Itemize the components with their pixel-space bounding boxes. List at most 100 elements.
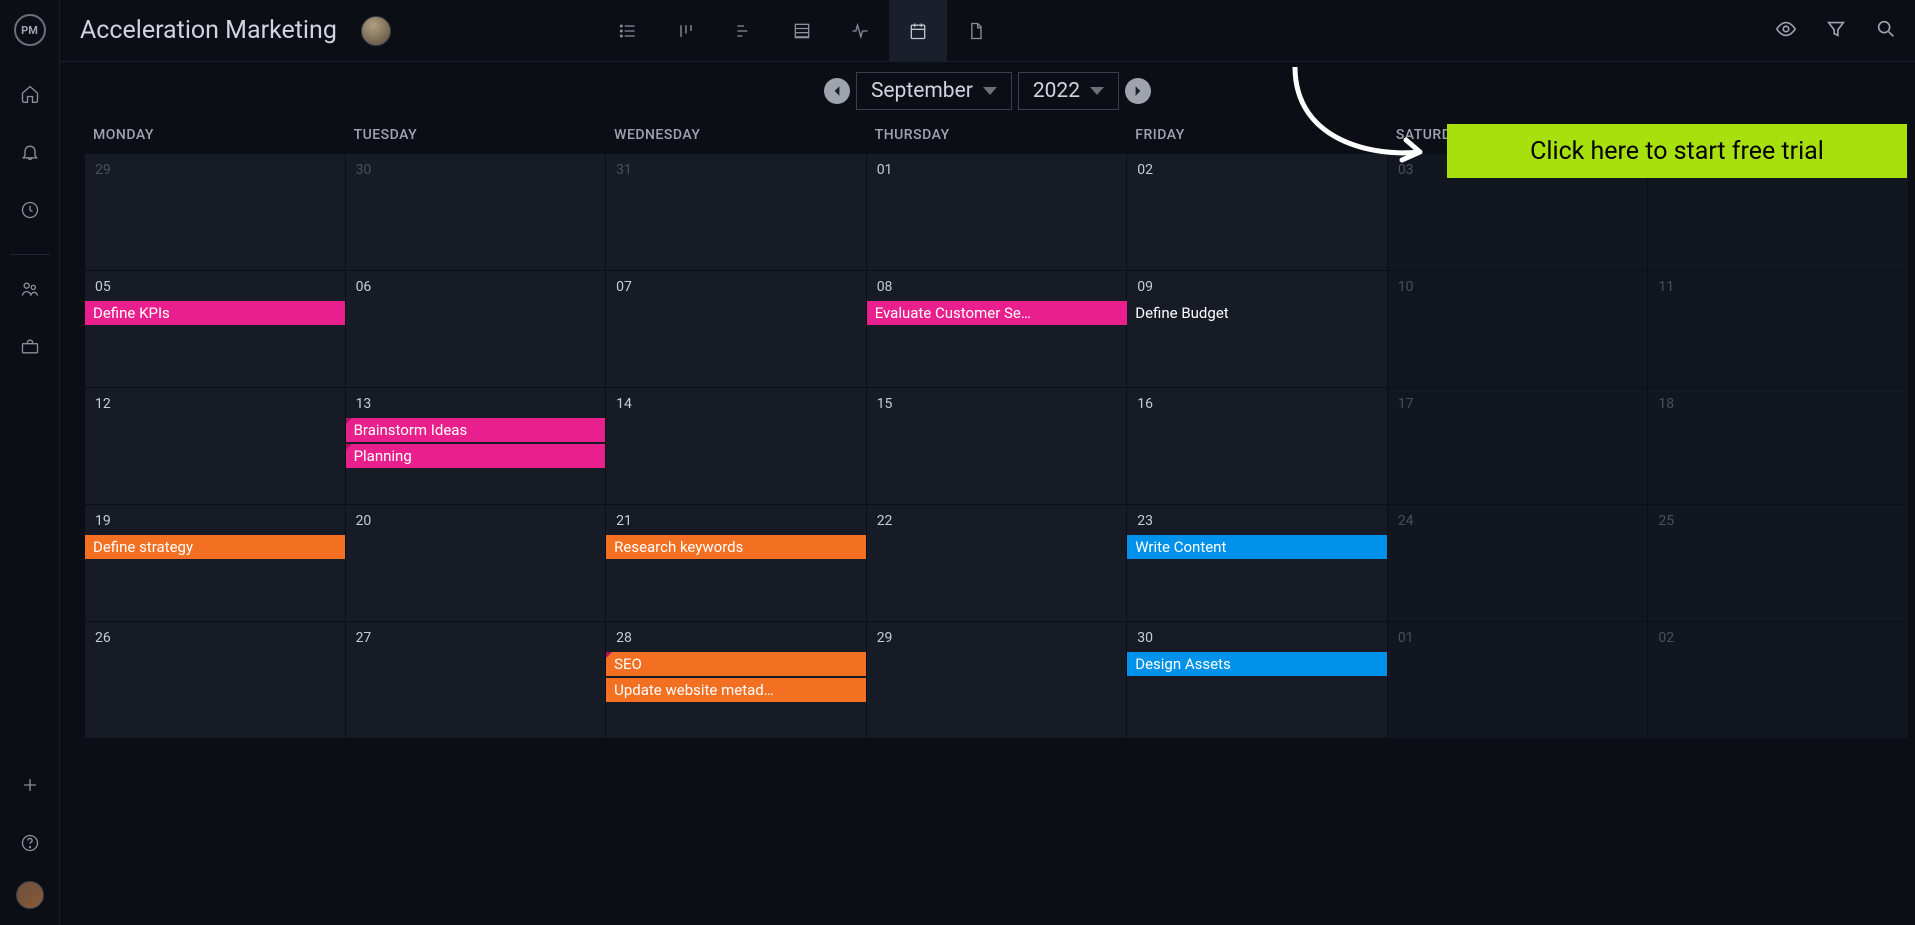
calendar-cell[interactable]: 01 bbox=[1388, 622, 1648, 738]
day-number: 11 bbox=[1648, 271, 1908, 301]
month-select[interactable]: September bbox=[856, 72, 1012, 110]
calendar-cell[interactable]: 08Evaluate Customer Se… bbox=[867, 271, 1127, 387]
calendar-cell[interactable]: 30 bbox=[346, 154, 606, 270]
day-number: 05 bbox=[85, 271, 345, 301]
calendar-cell[interactable]: 16 bbox=[1127, 388, 1387, 504]
calendar-event[interactable]: Research keywords bbox=[606, 535, 866, 559]
project-avatar[interactable] bbox=[361, 16, 391, 46]
calendar-cell[interactable]: 06 bbox=[346, 271, 606, 387]
calendar-event[interactable]: Design Assets bbox=[1127, 652, 1387, 676]
day-number: 16 bbox=[1127, 388, 1387, 418]
left-sidebar: PM bbox=[0, 0, 60, 925]
calendar-cell[interactable]: 26 bbox=[85, 622, 345, 738]
calendar-cell[interactable]: 15 bbox=[867, 388, 1127, 504]
day-number: 19 bbox=[85, 505, 345, 535]
calendar-container: MONDAYTUESDAYWEDNESDAYTHURSDAYFRIDAYSATU… bbox=[60, 120, 1915, 925]
calendar-cell[interactable]: 13Brainstorm IdeasPlanning bbox=[346, 388, 606, 504]
sidebar-separator bbox=[10, 254, 50, 255]
day-number: 26 bbox=[85, 622, 345, 652]
calendar-event[interactable]: Write Content bbox=[1127, 535, 1387, 559]
calendar-cell[interactable]: 28SEOUpdate website metad… bbox=[606, 622, 866, 738]
calendar-cell[interactable]: 07 bbox=[606, 271, 866, 387]
day-number: 25 bbox=[1648, 505, 1908, 535]
day-number: 30 bbox=[346, 154, 606, 184]
calendar-cell[interactable]: 09Define Budget bbox=[1127, 271, 1387, 387]
user-avatar-small[interactable] bbox=[16, 881, 44, 909]
day-number: 17 bbox=[1388, 388, 1648, 418]
calendar-event[interactable]: SEO bbox=[606, 652, 866, 676]
calendar-cell[interactable]: 29 bbox=[867, 622, 1127, 738]
calendar-cell[interactable]: 29 bbox=[85, 154, 345, 270]
year-select[interactable]: 2022 bbox=[1018, 72, 1119, 110]
start-trial-button[interactable]: Click here to start free trial bbox=[1447, 124, 1907, 178]
calendar-cell[interactable]: 05Define KPIs bbox=[85, 271, 345, 387]
filter-icon[interactable] bbox=[1825, 18, 1847, 44]
search-icon[interactable] bbox=[1875, 18, 1897, 44]
day-number: 23 bbox=[1127, 505, 1387, 535]
view-activity-icon[interactable] bbox=[831, 0, 889, 62]
chevron-down-icon bbox=[1090, 87, 1104, 95]
calendar-cell[interactable]: 22 bbox=[867, 505, 1127, 621]
people-icon[interactable] bbox=[10, 269, 50, 309]
day-number: 15 bbox=[867, 388, 1127, 418]
calendar-cell[interactable]: 27 bbox=[346, 622, 606, 738]
view-list-icon[interactable] bbox=[599, 0, 657, 62]
calendar-cell[interactable]: 20 bbox=[346, 505, 606, 621]
day-number: 29 bbox=[867, 622, 1127, 652]
calendar-cell[interactable]: 01 bbox=[867, 154, 1127, 270]
prev-month-button[interactable] bbox=[824, 78, 850, 104]
briefcase-icon[interactable] bbox=[10, 327, 50, 367]
day-number: 08 bbox=[867, 271, 1127, 301]
calendar-event[interactable]: Define strategy bbox=[85, 535, 345, 559]
day-number: 27 bbox=[346, 622, 606, 652]
calendar-event[interactable]: Planning bbox=[346, 444, 606, 468]
day-number: 21 bbox=[606, 505, 866, 535]
view-board-icon[interactable] bbox=[657, 0, 715, 62]
home-icon[interactable] bbox=[10, 74, 50, 114]
day-number: 07 bbox=[606, 271, 866, 301]
next-month-button[interactable] bbox=[1125, 78, 1151, 104]
calendar-cell[interactable]: 23Write Content bbox=[1127, 505, 1387, 621]
view-sheet-icon[interactable] bbox=[773, 0, 831, 62]
day-number: 20 bbox=[346, 505, 606, 535]
calendar-cell[interactable]: 11 bbox=[1648, 271, 1908, 387]
calendar-event[interactable]: Brainstorm Ideas bbox=[346, 418, 606, 442]
calendar-cell[interactable]: 24 bbox=[1388, 505, 1648, 621]
day-number: 31 bbox=[606, 154, 866, 184]
calendar-cell[interactable]: 30Design Assets bbox=[1127, 622, 1387, 738]
day-number: 09 bbox=[1127, 271, 1387, 301]
app-logo[interactable]: PM bbox=[14, 14, 46, 46]
calendar-cell[interactable]: 31 bbox=[606, 154, 866, 270]
bell-icon[interactable] bbox=[10, 132, 50, 172]
day-number: 14 bbox=[606, 388, 866, 418]
calendar-cell[interactable]: 02 bbox=[1127, 154, 1387, 270]
day-number: 22 bbox=[867, 505, 1127, 535]
calendar-cell[interactable]: 19Define strategy bbox=[85, 505, 345, 621]
day-number: 02 bbox=[1127, 154, 1387, 184]
calendar-event[interactable]: Define Budget bbox=[1127, 301, 1236, 325]
visibility-icon[interactable] bbox=[1775, 18, 1797, 44]
weekday-header: WEDNESDAY bbox=[606, 121, 866, 153]
calendar-cell[interactable]: 21Research keywords bbox=[606, 505, 866, 621]
help-icon[interactable] bbox=[10, 823, 50, 863]
day-number: 24 bbox=[1388, 505, 1648, 535]
calendar-event[interactable]: Update website metad… bbox=[606, 678, 866, 702]
calendar-cell[interactable]: 17 bbox=[1388, 388, 1648, 504]
day-number: 01 bbox=[867, 154, 1127, 184]
clock-icon[interactable] bbox=[10, 190, 50, 230]
calendar-cell[interactable]: 25 bbox=[1648, 505, 1908, 621]
weekday-header: TUESDAY bbox=[346, 121, 606, 153]
view-gantt-icon[interactable] bbox=[715, 0, 773, 62]
weekday-header: MONDAY bbox=[85, 121, 345, 153]
calendar-cell[interactable]: 10 bbox=[1388, 271, 1648, 387]
calendar-cell[interactable]: 02 bbox=[1648, 622, 1908, 738]
calendar-cell[interactable]: 14 bbox=[606, 388, 866, 504]
calendar-cell[interactable]: 18 bbox=[1648, 388, 1908, 504]
view-calendar-icon[interactable] bbox=[889, 0, 947, 62]
add-icon[interactable] bbox=[10, 765, 50, 805]
view-tabs bbox=[599, 0, 1005, 62]
calendar-event[interactable]: Define KPIs bbox=[85, 301, 345, 325]
calendar-cell[interactable]: 12 bbox=[85, 388, 345, 504]
view-files-icon[interactable] bbox=[947, 0, 1005, 62]
day-number: 06 bbox=[346, 271, 606, 301]
